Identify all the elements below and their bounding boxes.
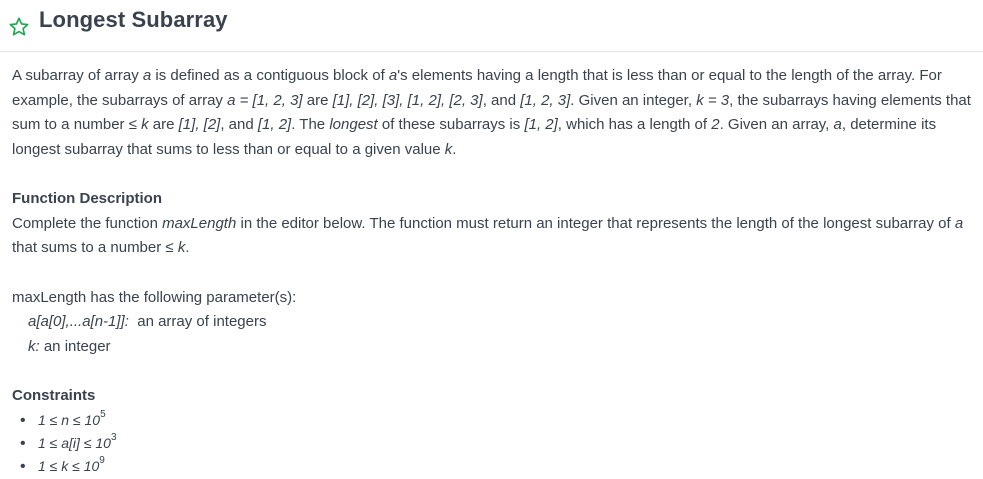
var: k = 3 [696,91,730,109]
constraint-text: 1 ≤ k ≤ 10 [38,457,100,474]
constraints-heading: Constraints [12,387,96,404]
var: a [954,214,964,232]
text: of these subarrays is [377,116,525,133]
text: is defined as a contiguous block of [151,67,389,84]
constraints-list: 1 ≤ n ≤ 105 1 ≤ a[i] ≤ 103 1 ≤ k ≤ 109 [12,409,971,478]
text: , and [220,116,258,133]
constraint-item: 1 ≤ k ≤ 109 [20,454,971,478]
exponent: 3 [110,431,117,443]
text: are [148,116,179,133]
var: 2 [711,116,720,133]
var: [1, 2] [257,116,292,133]
var: [1], [2], [3], [1, 2], [2, 3] [332,91,483,109]
star-outline-icon[interactable] [8,16,30,38]
text: . Given an integer, [570,91,697,109]
text: are [302,91,333,109]
parameter-list: a[a[0],...a[n-1]]: an array of integers … [28,310,971,359]
parameter-name: k: [28,337,40,355]
parameter-item: k: an integer [28,335,971,360]
problem-statement: A subarray of array a is defined as a co… [0,52,983,478]
var: a = [1, 2, 3] [227,91,303,109]
var: a [388,67,398,84]
var: [1], [2] [178,116,221,133]
text: Complete the function [12,214,163,232]
var: [1, 2, 3] [520,91,571,109]
text: in the editor below. The function must r… [236,214,955,232]
constraint-text: 1 ≤ n ≤ 10 [38,411,101,428]
parameter-name: a[a[0],...a[n-1]]: [28,313,129,330]
parameter-desc: an array of integers [128,313,267,330]
text: , which has a length of [557,116,712,133]
parameter-item: a[a[0],...a[n-1]]: an array of integers [28,310,971,335]
text: . [185,239,190,256]
text: . [452,140,457,158]
function-description-heading: Function Description [12,190,162,207]
constraint-item: 1 ≤ n ≤ 105 [20,408,971,432]
function-name: maxLength [162,214,237,232]
constraint-item: 1 ≤ a[i] ≤ 103 [20,431,971,455]
text: . Given an array, [719,116,834,133]
constraint-text: 1 ≤ a[i] ≤ 10 [38,434,111,451]
var: longest [329,116,378,133]
parameters-intro: maxLength has the following parameter(s)… [12,288,297,306]
var: a [142,67,152,84]
text: . The [291,116,330,133]
exponent: 5 [100,408,106,420]
description-paragraph: A subarray of array a is defined as a co… [12,64,971,162]
function-description-text: Complete the function maxLength in the e… [12,212,971,261]
var: k [141,116,149,133]
exponent: 9 [99,454,105,466]
var: a [833,116,842,133]
parameter-desc: an integer [39,337,111,355]
text: that sums to a number ≤ [12,239,178,256]
challenge-header: Longest Subarray [0,0,983,52]
page-title: Longest Subarray [39,6,228,32]
text: , and [482,91,521,109]
text: A subarray of array [12,67,143,84]
var: [1, 2] [524,116,558,133]
